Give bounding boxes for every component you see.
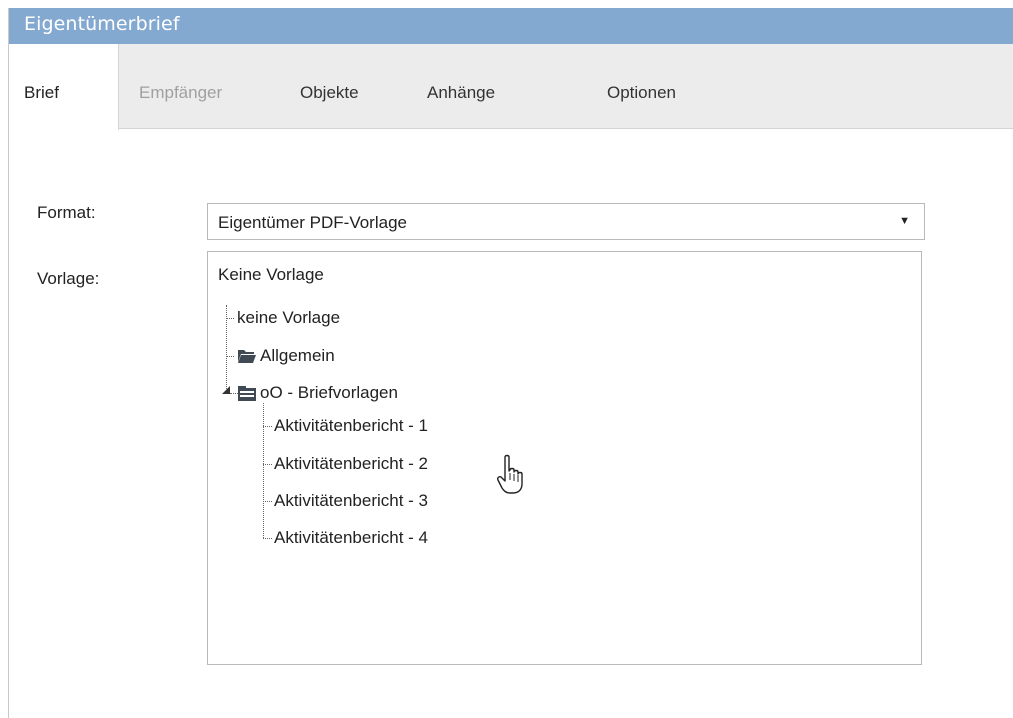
expanded-triangle-icon[interactable] (221, 385, 231, 395)
tab-objekte[interactable]: Objekte (300, 44, 359, 129)
format-select-value: Eigentümer PDF-Vorlage (218, 213, 407, 232)
tree-connector (263, 538, 272, 539)
tree-node[interactable]: Aktivitätenbericht - 2 (274, 452, 428, 476)
tree-node-label: Aktivitätenbericht - 4 (274, 528, 429, 547)
tree-connector (263, 403, 264, 538)
window-title: Eigentümerbrief (9, 8, 1013, 44)
tree-connector (226, 356, 234, 357)
tree-node-folder[interactable]: Allgemein (237, 344, 335, 368)
tree-node[interactable]: Aktivitätenbericht - 4 (274, 526, 428, 550)
vorlage-label: Vorlage: (37, 269, 100, 288)
tree-connector (226, 318, 234, 319)
tree-node[interactable]: Aktivitätenbericht - 1 (274, 414, 428, 438)
vorlage-tree[interactable]: Keine Vorlage keine Vorlage Allgemein oO… (207, 251, 922, 665)
tree-node-label: oO - Briefvorlagen (260, 383, 398, 402)
tab-brief[interactable]: Brief (9, 44, 119, 130)
tree-connector (263, 464, 272, 465)
tree-selected-value: Keine Vorlage (218, 265, 324, 284)
folder-open-icon (237, 348, 256, 364)
hand-cursor-icon (497, 454, 523, 494)
tab-empfaenger[interactable]: Empfänger (139, 44, 222, 129)
tree-node-folder[interactable]: oO - Briefvorlagen (237, 381, 398, 405)
template-folder-icon (237, 385, 256, 401)
dialog-window: Eigentümerbrief Brief Empfänger Objekte … (8, 8, 1013, 718)
tree-node-label: Aktivitätenbericht - 2 (274, 454, 429, 473)
tab-bar: Brief Empfänger Objekte Anhänge Optionen (9, 44, 1013, 130)
tab-anhaenge[interactable]: Anhänge (427, 44, 495, 129)
format-label: Format: (37, 203, 96, 222)
tree-node-label: Aktivitätenbericht - 3 (274, 491, 429, 510)
tree-node-label: Allgemein (260, 346, 335, 365)
dropdown-arrow-icon[interactable]: ▼ (899, 215, 910, 227)
tree-connector (263, 501, 272, 502)
tree-connector (263, 426, 272, 427)
format-select[interactable]: Eigentümer PDF-Vorlage ▼ (207, 203, 925, 240)
tree-node-label: keine Vorlage (237, 308, 341, 327)
tree-node[interactable]: keine Vorlage (237, 306, 340, 330)
tree-node-label: Aktivitätenbericht - 1 (274, 416, 429, 435)
tree-node[interactable]: Aktivitätenbericht - 3 (274, 489, 428, 513)
tab-optionen[interactable]: Optionen (607, 44, 676, 129)
